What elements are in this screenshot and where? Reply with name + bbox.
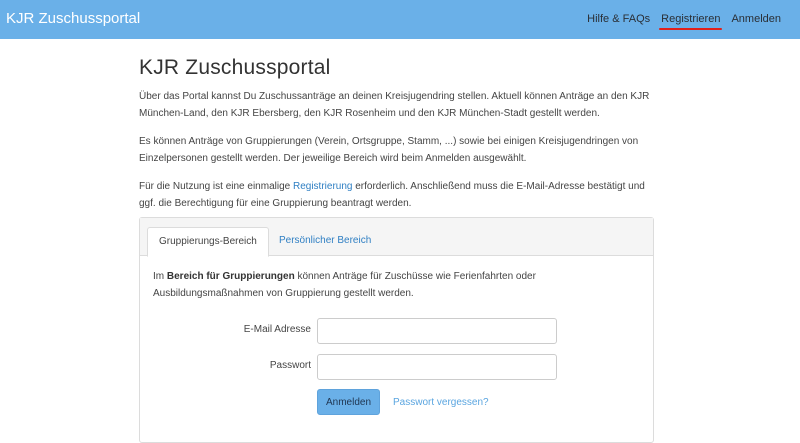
group-description-highlight: Bereich für Gruppierungen [166, 271, 295, 282]
password-label: Passwort [269, 360, 311, 371]
intro-paragraph-3: Für die Nutzung ist eine einmalige Regis… [139, 178, 654, 212]
group-description-start: Im [153, 271, 167, 282]
nav-link-login[interactable]: Anmelden [731, 13, 781, 25]
password-input[interactable] [317, 354, 557, 380]
login-tabs: Gruppierungs-Bereich Persönlicher Bereic… [140, 218, 653, 257]
brand-link[interactable]: KJR Zuschussportal [6, 10, 140, 27]
forgot-password-link[interactable]: Passwort vergessen? [393, 397, 489, 408]
panel-body: Im Bereich für Gruppierungen können Antr… [153, 268, 643, 415]
intro-paragraph-3-start: Für die Nutzung ist eine einmalige [139, 181, 293, 192]
nav-link-register[interactable]: Registrieren [659, 13, 723, 30]
intro-paragraph-2: Es können Anträge von Gruppierungen (Ver… [139, 136, 639, 164]
login-button[interactable]: Anmelden [317, 389, 380, 415]
main-container: KJR Zuschussportal Über das Portal kanns… [139, 56, 654, 443]
email-input[interactable] [317, 318, 557, 344]
top-navbar: KJR Zuschussportal Hilfe & FAQs Registri… [0, 0, 800, 39]
intro-text: Über das Portal kannst Du Zuschussanträg… [139, 88, 654, 212]
page-title: KJR Zuschussportal [139, 56, 331, 79]
email-row: E-Mail Adresse [153, 318, 643, 344]
intro-paragraph-1: Über das Portal kannst Du Zuschussanträg… [139, 91, 650, 119]
tab-group-area[interactable]: Gruppierungs-Bereich [147, 227, 269, 257]
registration-link[interactable]: Registrierung [293, 181, 352, 192]
form-actions: Anmelden Passwort vergessen? [317, 389, 489, 415]
group-area-description: Im Bereich für Gruppierungen können Antr… [153, 268, 643, 302]
nav-link-help-faqs[interactable]: Hilfe & FAQs [587, 13, 650, 25]
nav-links: Hilfe & FAQs Registrieren Anmelden [587, 13, 781, 30]
password-row: Passwort [153, 354, 643, 380]
login-panel: Gruppierungs-Bereich Persönlicher Bereic… [139, 217, 654, 443]
email-label: E-Mail Adresse [243, 324, 311, 335]
tab-personal-area[interactable]: Persönlicher Bereich [268, 227, 382, 257]
